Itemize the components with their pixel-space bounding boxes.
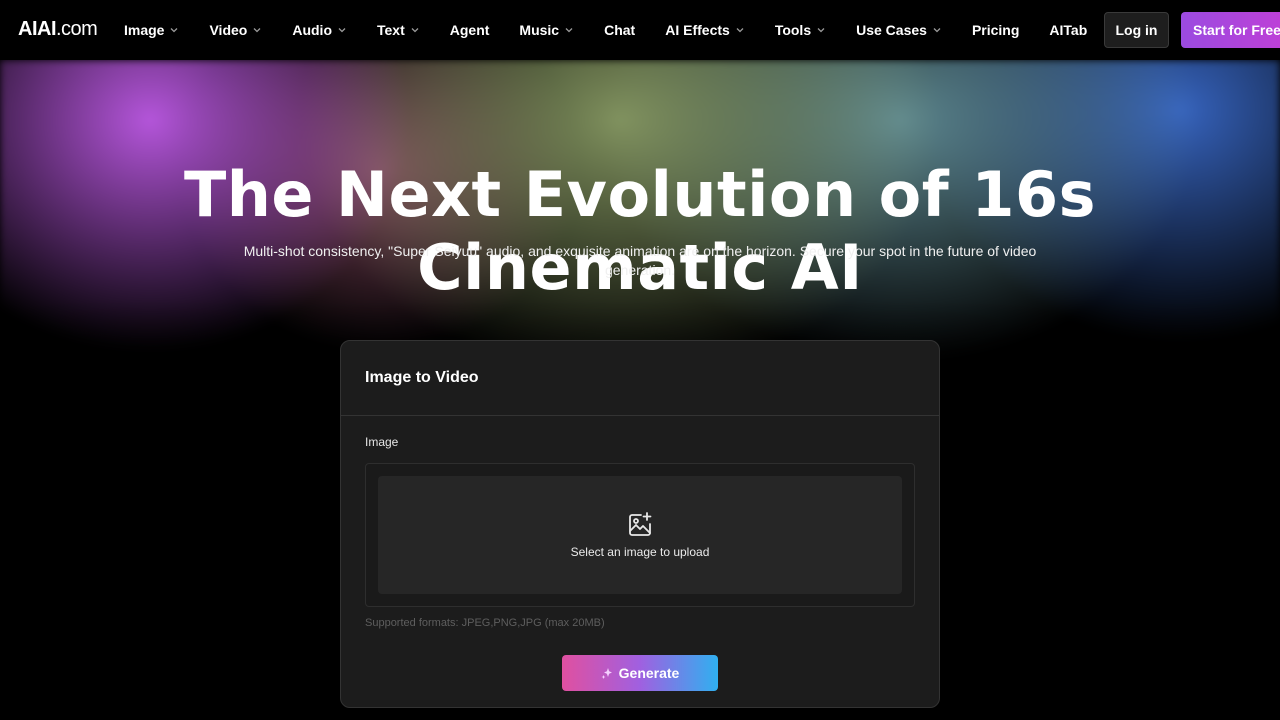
- chevron-down-icon: [410, 25, 420, 35]
- nav-item-label: Tools: [774, 22, 812, 38]
- nav-item-chat[interactable]: Chat: [604, 22, 635, 38]
- nav-item-label: AI Effects: [665, 22, 730, 38]
- image-upload-dropzone[interactable]: Select an image to upload: [378, 476, 902, 594]
- nav-item-label: Pricing: [971, 22, 1020, 38]
- nav-item-video[interactable]: Video: [209, 22, 262, 38]
- nav-item-label: Chat: [604, 22, 636, 38]
- nav-item-music[interactable]: Music: [519, 22, 574, 38]
- hero-subtitle: Multi-shot consistency, "Super Seiyuu" a…: [243, 243, 1037, 278]
- chevron-down-icon: [337, 25, 347, 35]
- nav-item-label: Text: [377, 22, 405, 38]
- image-field-label: Image: [365, 435, 399, 449]
- nav-item-label: Video: [209, 22, 248, 38]
- image-add-icon: [626, 511, 654, 539]
- upload-prompt-text: Select an image to upload: [570, 545, 710, 559]
- logo-text-strong: AIAI: [18, 18, 57, 40]
- card-header: Image to Video: [341, 341, 939, 416]
- nav-item-aitab[interactable]: AITab: [1049, 22, 1087, 38]
- card-title: Image to Video: [365, 369, 479, 386]
- nav-item-label: Agent: [449, 22, 490, 38]
- chevron-down-icon: [564, 25, 574, 35]
- nav-item-agent[interactable]: Agent: [450, 22, 490, 38]
- chevron-down-icon: [932, 25, 942, 35]
- top-navbar: AIAI .com Image Video Audio Text Agent Music Ch…: [0, 0, 1280, 60]
- chevron-down-icon: [735, 25, 745, 35]
- generate-button[interactable]: Generate: [562, 655, 718, 691]
- sparkle-icon: [601, 667, 613, 679]
- nav-item-use-cases[interactable]: Use Cases: [856, 22, 942, 38]
- site-logo[interactable]: AIAI .com: [18, 18, 98, 41]
- nav-item-label: Audio: [292, 22, 332, 38]
- image-to-video-card: Image to Video Image Select an image to …: [340, 340, 940, 708]
- nav-item-label: Image: [124, 22, 165, 38]
- chevron-down-icon: [816, 25, 826, 35]
- login-button[interactable]: Log in: [1104, 12, 1169, 48]
- nav-item-label: Music: [519, 22, 560, 38]
- image-upload-area: Select an image to upload: [365, 463, 915, 607]
- nav-item-label: AITab: [1049, 22, 1088, 38]
- logo-text-light: .com: [56, 18, 98, 40]
- chevron-down-icon: [169, 25, 179, 35]
- nav-item-text[interactable]: Text: [377, 22, 420, 38]
- nav-item-pricing[interactable]: Pricing: [972, 22, 1019, 38]
- supported-formats-text: Supported formats: JPEG,PNG,JPG (max 20M…: [365, 617, 605, 629]
- nav-item-audio[interactable]: Audio: [292, 22, 347, 38]
- nav-item-image[interactable]: Image: [124, 22, 179, 38]
- hero-title: The Next Evolution of 16s Cinematic AI: [183, 158, 1096, 304]
- nav-item-ai-effects[interactable]: AI Effects: [665, 22, 745, 38]
- start-for-free-button[interactable]: Start for Free: [1181, 12, 1280, 48]
- nav-item-tools[interactable]: Tools: [775, 22, 826, 38]
- generate-button-label: Generate: [618, 665, 680, 681]
- nav-item-label: Use Cases: [856, 22, 927, 38]
- chevron-down-icon: [252, 25, 262, 35]
- page: AIAI .com Image Video Audio Text Agent Music Ch…: [0, 0, 1280, 720]
- main-nav: Image Video Audio Text Agent Music Chat AI Effe…: [124, 0, 1117, 60]
